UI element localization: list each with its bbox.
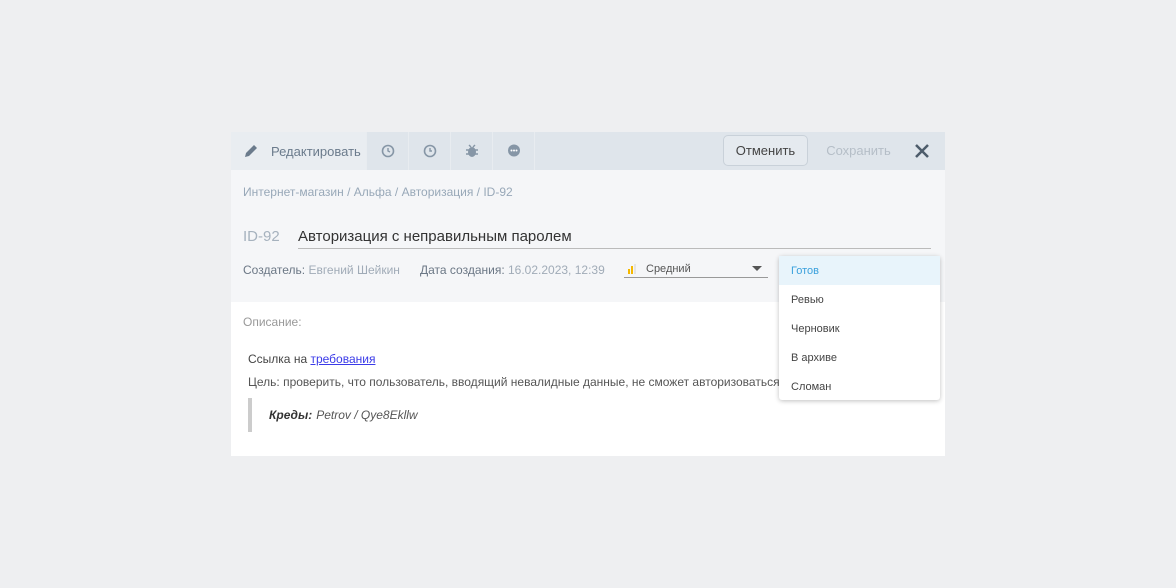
description-label: Описание:	[243, 315, 302, 329]
tab-edit[interactable]: Редактировать	[231, 132, 367, 170]
cancel-button[interactable]: Отменить	[723, 135, 808, 166]
date-label: Дата создания:	[420, 263, 505, 277]
status-option-archived[interactable]: В архиве	[779, 343, 940, 372]
status-option-broken[interactable]: Сломан	[779, 372, 940, 401]
tab-history[interactable]	[367, 132, 409, 170]
link-prefix: Ссылка на	[248, 352, 308, 366]
status-option-review[interactable]: Ревью	[779, 285, 940, 314]
bug-icon	[465, 144, 478, 157]
creator-label: Создатель:	[243, 263, 306, 277]
pencil-icon	[245, 145, 257, 157]
tab-runs[interactable]	[409, 132, 451, 170]
status-dropdown: Готов Ревью Черновик В архиве Сломан	[779, 256, 940, 400]
date-value: 16.02.2023, 12:39	[508, 263, 605, 277]
tab-bugs[interactable]	[451, 132, 493, 170]
priority-select[interactable]: Средний	[624, 260, 768, 278]
priority-bars-icon	[628, 263, 636, 274]
toolbar: Редактировать Отменить Сохранить	[231, 132, 945, 170]
creds-value: Petrov / Qye8Ekllw	[316, 408, 418, 422]
creds-label: Креды:	[269, 408, 313, 422]
creator-value: Евгений Шейкин	[308, 263, 400, 277]
case-title-input[interactable]: Авторизация с неправильным паролем	[298, 228, 931, 249]
tab-comments[interactable]	[493, 132, 535, 170]
status-option-ready[interactable]: Готов	[779, 256, 940, 285]
priority-value: Средний	[646, 262, 691, 275]
description-link-line: Ссылка на требования	[248, 352, 375, 366]
chevron-down-icon	[752, 266, 762, 271]
save-button[interactable]: Сохранить	[816, 135, 901, 166]
clock-check-icon	[381, 144, 394, 158]
case-id: ID-92	[243, 228, 280, 245]
requirements-link[interactable]: требования	[310, 352, 375, 366]
clock-icon	[423, 144, 436, 158]
chat-icon	[507, 144, 520, 157]
description-goal: Цель: проверить, что пользователь, вводя…	[248, 375, 780, 389]
close-icon[interactable]	[911, 140, 933, 162]
breadcrumb[interactable]: Интернет-магазин / Альфа / Авторизация /…	[243, 185, 513, 199]
tab-edit-label: Редактировать	[271, 143, 361, 159]
credentials-quote: Креды: Petrov / Qye8Ekllw	[248, 398, 418, 432]
status-option-draft[interactable]: Черновик	[779, 314, 940, 343]
